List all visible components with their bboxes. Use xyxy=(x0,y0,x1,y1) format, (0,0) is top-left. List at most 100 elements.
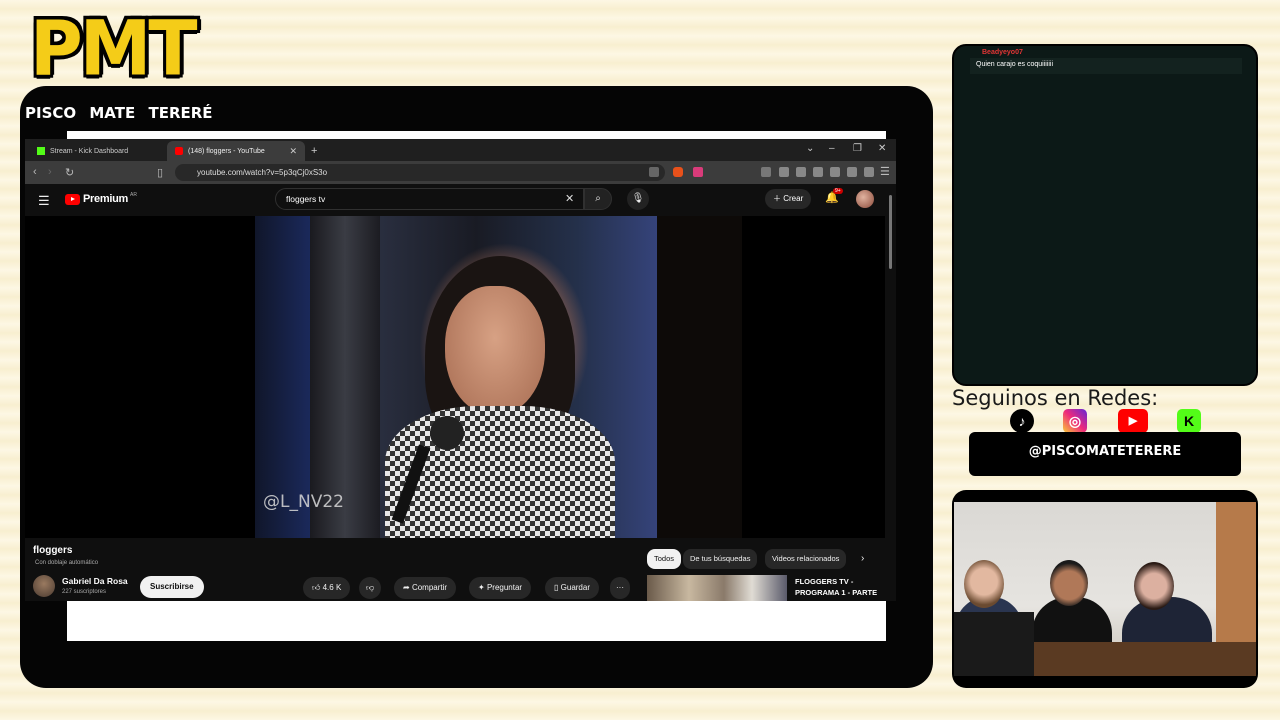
player-right-panel xyxy=(657,216,742,538)
hamburger-menu-icon[interactable]: ☰ xyxy=(38,193,50,209)
channel-subscribers: 227 suscriptores xyxy=(62,589,107,595)
recommended-thumbnail[interactable] xyxy=(647,575,787,601)
video-pillar xyxy=(310,216,380,538)
share-label: Compartir xyxy=(411,583,448,592)
puzzle-icon[interactable] xyxy=(779,167,789,177)
new-tab-button[interactable]: + xyxy=(307,141,327,161)
chip-busquedas[interactable]: De tus búsquedas xyxy=(683,549,758,569)
music-icon[interactable] xyxy=(796,167,806,177)
webcam-feed xyxy=(954,502,1256,676)
account-avatar[interactable] xyxy=(856,190,874,208)
tagline-word-pisco: PISCO xyxy=(25,104,77,122)
menu-icon[interactable]: ☰ xyxy=(880,165,890,178)
youtube-premium-logo[interactable]: Premium AR xyxy=(65,192,137,205)
video-frame[interactable]: @L_NV22 xyxy=(255,216,657,538)
video-player[interactable]: @L_NV22 xyxy=(25,216,885,538)
thumbs-up-icon: 👍︎ xyxy=(312,583,321,592)
video-face xyxy=(445,286,545,416)
save-button[interactable]: ▯ Guardar xyxy=(545,577,599,599)
cast-icon[interactable] xyxy=(649,167,659,177)
channel-name[interactable]: Gabriel Da Rosa xyxy=(62,576,128,586)
video-title: floggers xyxy=(33,545,73,556)
voice-search-button[interactable]: 🎙 xyxy=(627,188,649,210)
tagline-word-mate: MATE xyxy=(89,104,136,122)
close-tab-icon[interactable]: ✕ xyxy=(289,146,297,157)
close-window-icon[interactable]: ✕ xyxy=(878,143,886,154)
more-actions-button[interactable]: ··· xyxy=(610,577,630,599)
socials-heading: Seguinos en Redes: xyxy=(952,386,1159,410)
chat-panel: Beadyeyo07 Quien carajo es coquiiiiiii xyxy=(952,44,1258,386)
white-strip-bottom xyxy=(67,601,886,641)
extension-icon[interactable] xyxy=(761,167,771,177)
cam-head-middle xyxy=(1050,560,1088,606)
subscribe-button[interactable]: Suscribirse xyxy=(140,576,204,598)
share-button[interactable]: ➦ Compartir xyxy=(394,577,457,599)
chat-username: Beadyeyo07 xyxy=(982,49,1023,56)
share-icon: ➦ xyxy=(403,583,410,592)
tab-label: Stream - Kick Dashboard xyxy=(50,147,129,155)
youtube-favicon-icon xyxy=(175,147,183,155)
video-mic-head xyxy=(430,416,464,450)
sidebar-icon[interactable] xyxy=(813,167,823,177)
recommended-title[interactable]: FLOGGERS TV - PROGRAMA 1 - PARTE xyxy=(795,576,885,598)
address-bar: ‹ › ↻ ▯ youtube.com/watch?v=5p3qCj0xS3o … xyxy=(25,161,896,184)
notifications-badge: 9+ xyxy=(833,188,843,194)
bookmark-icon[interactable]: ▯ xyxy=(157,166,163,179)
video-watermark: @L_NV22 xyxy=(263,492,344,512)
instagram-icon: ◎ xyxy=(1063,409,1087,433)
chip-todos[interactable]: Todos xyxy=(647,549,682,569)
pmt-logo: PMT xyxy=(30,3,198,93)
cam-head-right xyxy=(1134,562,1174,610)
premium-label: Premium xyxy=(83,193,128,205)
scrollbar-thumb[interactable] xyxy=(889,195,892,269)
search-input[interactable]: floggers tv xyxy=(275,188,584,210)
brave-shield-icon[interactable] xyxy=(673,167,683,177)
cam-laptop xyxy=(954,612,1034,676)
youtube-icon: ▶ xyxy=(1118,409,1148,433)
channel-avatar[interactable] xyxy=(33,575,55,597)
tab-bar: Stream - Kick Dashboard (148) floggers -… xyxy=(25,139,896,161)
chip-relacionados[interactable]: Videos relacionados xyxy=(765,549,847,569)
dislike-button[interactable]: 👎︎ xyxy=(359,577,382,599)
shield-icon[interactable] xyxy=(864,167,874,177)
cam-table xyxy=(1014,642,1256,676)
tiktok-icon: ♪ xyxy=(1010,409,1034,433)
search-button[interactable]: ⌕ xyxy=(584,188,612,210)
search-icon: ⌕ xyxy=(595,193,601,204)
chat-message: Quien carajo es coquiiiiiii xyxy=(970,58,1242,74)
like-count: 4.6 K xyxy=(322,583,342,592)
tab-kick-dashboard[interactable]: Stream - Kick Dashboard xyxy=(29,141,169,161)
ask-label: Preguntar xyxy=(486,583,523,592)
chevron-right-icon[interactable]: › xyxy=(861,553,864,564)
forward-icon[interactable]: › xyxy=(48,166,52,178)
youtube-play-icon xyxy=(65,193,80,205)
rewards-icon[interactable] xyxy=(693,167,703,177)
clear-search-icon[interactable]: ✕ xyxy=(565,192,574,205)
white-strip-top xyxy=(67,131,886,139)
thumbs-down-icon: 👎︎ xyxy=(366,583,375,592)
back-icon[interactable]: ‹ xyxy=(33,166,37,178)
country-code: AR xyxy=(129,192,137,198)
social-handle: @PISCOMATETERERE xyxy=(969,432,1241,476)
ask-button[interactable]: ✦ Preguntar xyxy=(469,577,532,599)
kick-favicon-icon xyxy=(37,147,45,155)
tab-list-chevron-icon[interactable]: ⌄ xyxy=(806,143,814,154)
dubbing-note: Con doblaje automático xyxy=(35,560,99,566)
minimize-icon[interactable]: – xyxy=(829,143,835,154)
mic-icon: 🎙 xyxy=(631,193,645,204)
reload-icon[interactable]: ↻ xyxy=(65,166,74,179)
save-label: Guardar xyxy=(560,583,590,592)
like-button[interactable]: 👍︎ 4.6 K xyxy=(303,577,351,599)
wallet-icon[interactable] xyxy=(830,167,840,177)
tab-label: (148) floggers - YouTube xyxy=(188,147,265,155)
create-label: Crear xyxy=(783,194,804,203)
vpn-icon[interactable] xyxy=(847,167,857,177)
tab-youtube[interactable]: (148) floggers - YouTube ✕ xyxy=(167,141,305,161)
bookmark-save-icon: ▯ xyxy=(554,583,559,592)
cam-head-left xyxy=(964,560,1004,608)
create-button[interactable]: ＋ Crear xyxy=(765,189,812,209)
tagline-word-terere: TERERÉ xyxy=(148,104,213,122)
tagline: PISCO MATE TERERÉ xyxy=(25,104,221,122)
url-field[interactable]: youtube.com/watch?v=5p3qCj0xS3o xyxy=(175,164,665,181)
restore-icon[interactable]: ❐ xyxy=(853,143,862,154)
